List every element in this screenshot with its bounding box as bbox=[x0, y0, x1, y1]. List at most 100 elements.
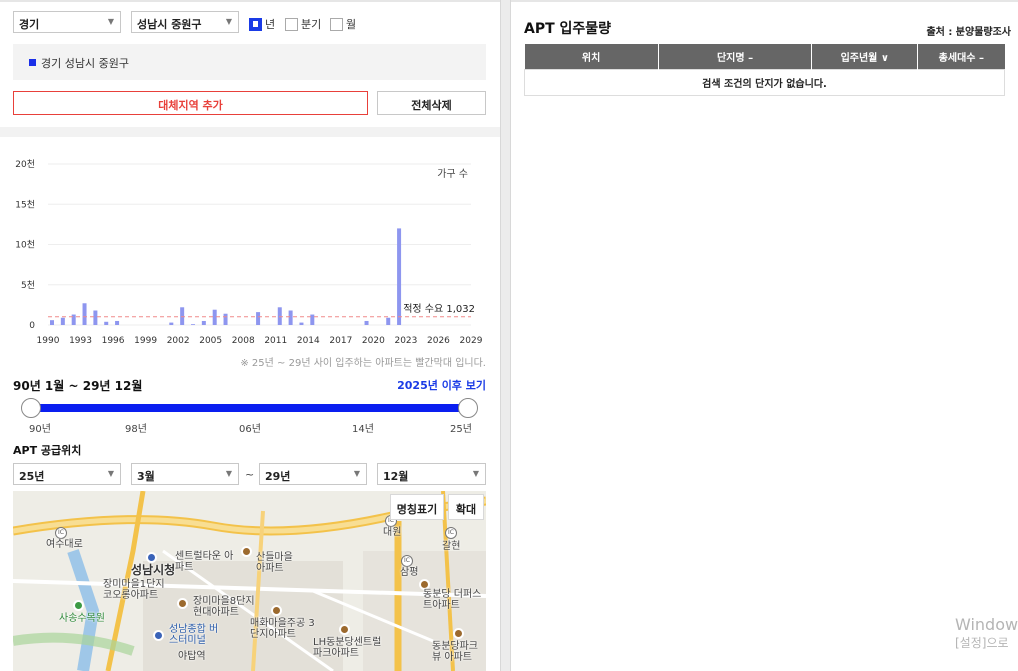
chevron-down-icon: ▼ bbox=[225, 469, 232, 478]
chart-bar[interactable] bbox=[397, 228, 402, 325]
chart-gridlines bbox=[48, 163, 471, 326]
apartment-pin-icon[interactable] bbox=[177, 598, 188, 609]
chart-bar[interactable] bbox=[310, 314, 315, 325]
map-label: 매화마을주공 3단지아파트 bbox=[250, 618, 315, 640]
chart-bar[interactable] bbox=[256, 312, 261, 325]
map-label: 성남종합 버스터미널 bbox=[169, 624, 219, 646]
slider-label: 06년 bbox=[239, 424, 261, 435]
os-watermark: Windows bbox=[955, 615, 1018, 634]
x-tick-label: 2017 bbox=[329, 336, 352, 346]
period-quarter-checkbox[interactable]: 분기 bbox=[285, 16, 321, 32]
x-tick-label: 2002 bbox=[167, 336, 190, 346]
x-tick-label: 1996 bbox=[102, 336, 125, 346]
supply-location-title: APT 공급위치 bbox=[13, 444, 82, 457]
province-select[interactable]: 경기 ▼ bbox=[13, 11, 121, 33]
range-slider-end-handle[interactable] bbox=[458, 398, 478, 418]
chevron-down-icon: ▼ bbox=[225, 17, 232, 26]
column-header-households[interactable]: 총세대수 – bbox=[917, 44, 1005, 69]
map-show-names-button[interactable]: 명칭표기 bbox=[390, 494, 444, 520]
to-year-select[interactable]: 29년 ▼ bbox=[259, 463, 367, 485]
chart-x-ticks: 1990 1993 1996 1999 2002 2005 2008 2011 2014 2017… bbox=[37, 336, 483, 346]
reference-demand-label: 적정 수요 1,032 bbox=[403, 303, 475, 315]
supply-bar-chart: 20천 15천 10천 5천 0 1990 1993 1996 1999 2002 2005 200… bbox=[15, 159, 483, 346]
chart-bar[interactable] bbox=[169, 322, 174, 325]
x-tick-label: 2011 bbox=[264, 336, 287, 346]
y-tick-label: 20천 bbox=[15, 159, 35, 170]
column-header-complex[interactable]: 단지명 – bbox=[658, 44, 813, 69]
chevron-down-icon: ▼ bbox=[107, 469, 114, 478]
right-panel: APT 입주물량 출처 : 분양물량조사 위치 단지명 – 입주년월 ∨ 총세대… bbox=[511, 2, 1018, 671]
table-row: 검색 조건의 단지가 없습니다. bbox=[524, 68, 1005, 96]
selected-region-label[interactable]: 경기 성남시 중원구 bbox=[41, 55, 129, 71]
map-label: 장미마을8단지 현대아파트 bbox=[193, 596, 255, 618]
map-label: 여수대로 bbox=[46, 539, 83, 550]
section-separator bbox=[0, 127, 500, 137]
map-label: LH동분당센트럴 파크아파트 bbox=[313, 637, 382, 659]
to-month-value: 12월 bbox=[383, 470, 409, 483]
chart-bar[interactable] bbox=[386, 317, 391, 325]
chart-bar[interactable] bbox=[104, 321, 109, 325]
map-label: 대원 bbox=[383, 527, 402, 538]
city-hall-pin-icon[interactable] bbox=[146, 552, 157, 563]
column-header-move-in[interactable]: 입주년월 ∨ bbox=[811, 44, 919, 69]
map-label: 삼평 bbox=[400, 567, 419, 578]
map-zoom-button[interactable]: 확대 bbox=[448, 494, 484, 520]
chart-bar[interactable] bbox=[277, 307, 282, 325]
ic-marker-icon: IC bbox=[55, 527, 67, 539]
from-year-select[interactable]: 25년 ▼ bbox=[13, 463, 121, 485]
after-2025-link[interactable]: 2025년 이후 보기 bbox=[380, 377, 486, 393]
region-color-square-icon bbox=[29, 59, 36, 66]
map-label: 장미마을1단지 코오롱아파트 bbox=[103, 579, 165, 601]
chevron-down-icon: ▼ bbox=[472, 469, 479, 478]
empty-message: 검색 조건의 단지가 없습니다. bbox=[524, 68, 1005, 96]
chart-bar[interactable] bbox=[212, 309, 217, 325]
range-title: 90년 1월 ~ 29년 12월 bbox=[13, 379, 143, 393]
map-label: 사송수목원 bbox=[59, 613, 105, 624]
range-slider-start-handle[interactable] bbox=[21, 398, 41, 418]
chart-bar[interactable] bbox=[288, 310, 293, 325]
apt-supply-table: 위치 단지명 – 입주년월 ∨ 총세대수 – 검색 조건의 단지가 없습니다. bbox=[524, 44, 1005, 96]
apartment-pin-icon[interactable] bbox=[241, 546, 252, 557]
chart-bar[interactable] bbox=[223, 313, 228, 325]
chart-bar[interactable] bbox=[71, 314, 76, 325]
x-tick-label: 2008 bbox=[232, 336, 255, 346]
add-region-button[interactable]: 대체지역 추가 bbox=[13, 91, 368, 115]
map-label: 센트럴타운 아파트 bbox=[175, 551, 234, 573]
from-month-select[interactable]: 3월 ▼ bbox=[131, 463, 239, 485]
period-year-label: 년 bbox=[265, 18, 276, 31]
chart-bar[interactable] bbox=[82, 303, 87, 325]
map-label: 야탑역 bbox=[178, 651, 206, 662]
x-tick-label: 2020 bbox=[362, 336, 385, 346]
district-select-value: 성남시 중원구 bbox=[137, 18, 202, 31]
chart-bar[interactable] bbox=[364, 320, 369, 325]
chart-bar[interactable] bbox=[201, 320, 206, 325]
bus-terminal-pin-icon[interactable] bbox=[153, 630, 164, 641]
map-label: 산들마을 아파트 bbox=[256, 552, 293, 574]
clear-all-button[interactable]: 전체삭제 bbox=[377, 91, 486, 115]
chart-bar[interactable] bbox=[299, 322, 304, 325]
slider-label: 90년 bbox=[29, 424, 51, 435]
period-month-checkbox[interactable]: 월 bbox=[330, 16, 356, 32]
period-quarter-label: 분기 bbox=[301, 18, 322, 31]
period-year-checkbox[interactable]: 년 bbox=[249, 16, 275, 32]
range-slider-track[interactable] bbox=[31, 404, 468, 412]
chart-bar[interactable] bbox=[180, 307, 185, 325]
chart-bar[interactable] bbox=[50, 320, 54, 325]
x-tick-label: 1990 bbox=[37, 336, 60, 346]
column-header-location[interactable]: 위치 bbox=[524, 44, 659, 69]
chart-bar[interactable] bbox=[60, 317, 65, 325]
apt-supply-title: APT 입주물량 bbox=[524, 21, 612, 37]
apartment-pin-icon[interactable] bbox=[453, 628, 464, 639]
chart-bar[interactable] bbox=[191, 324, 195, 325]
checkbox-checked-icon bbox=[249, 17, 262, 31]
selected-region-panel: 경기 성남시 중원구 bbox=[13, 44, 486, 80]
chart-bar[interactable] bbox=[93, 310, 98, 325]
checkbox-unchecked-icon bbox=[285, 17, 298, 31]
arboretum-pin-icon[interactable] bbox=[73, 600, 84, 611]
district-select[interactable]: 성남시 중원구 ▼ bbox=[131, 11, 239, 33]
chart-bar[interactable] bbox=[115, 320, 120, 325]
panel-divider[interactable] bbox=[500, 0, 511, 671]
to-month-select[interactable]: 12월 ▼ bbox=[377, 463, 486, 485]
apartment-pin-icon[interactable] bbox=[339, 624, 350, 635]
apartment-pin-icon[interactable] bbox=[271, 605, 282, 616]
